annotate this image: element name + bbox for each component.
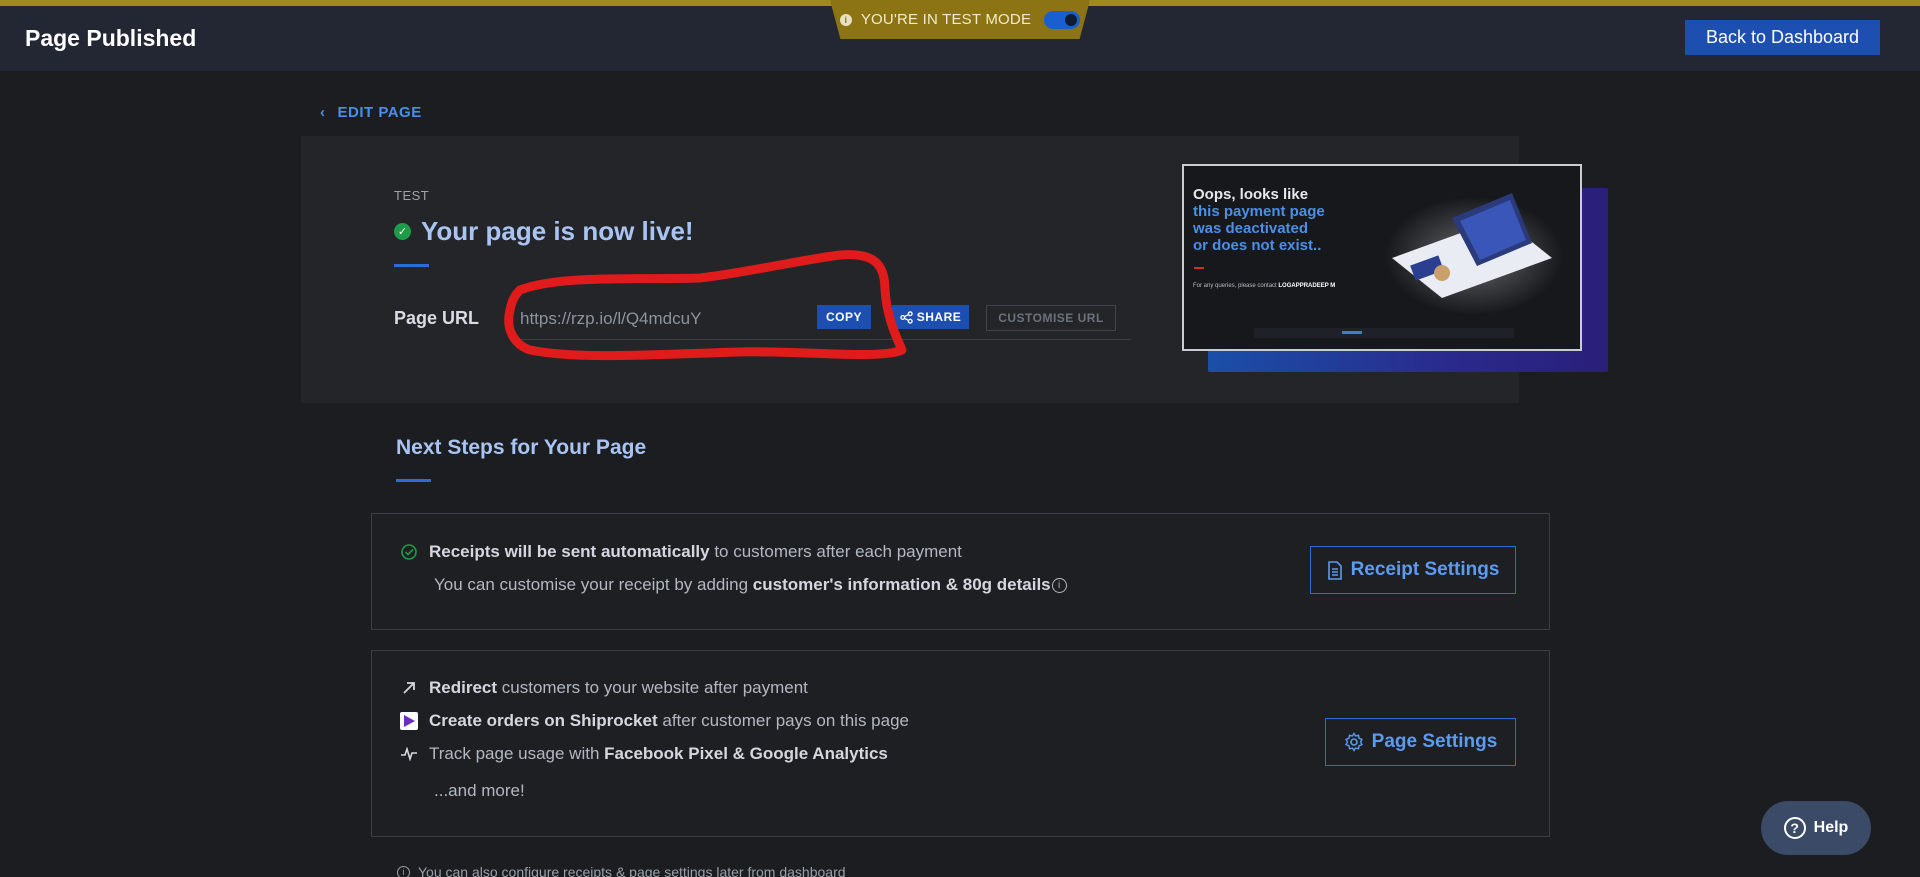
preview-message: Oops, looks like this payment page was d… <box>1193 186 1325 254</box>
shiprocket-line: Create orders on Shiprocket after custom… <box>399 711 909 731</box>
preview-footer <box>1254 328 1514 338</box>
redirect-line: Redirect customers to your website after… <box>399 678 808 698</box>
edit-page-label: EDIT PAGE <box>337 104 422 121</box>
receipt-line-2: You can customise your receipt by adding… <box>434 575 1067 595</box>
page-settings-button[interactable]: Page Settings <box>1325 718 1516 766</box>
page-tag: TEST <box>394 188 430 203</box>
edit-page-link[interactable]: ‹ EDIT PAGE <box>320 104 422 121</box>
headline-underline <box>394 264 429 267</box>
live-headline: ✓ Your page is now live! <box>394 216 694 247</box>
receipt-card: Receipts will be sent automatically to c… <box>371 513 1550 630</box>
laptop-icon <box>1392 193 1552 298</box>
next-steps-underline <box>396 479 431 482</box>
customise-url-button[interactable]: CUSTOMISE URL <box>986 305 1116 331</box>
document-icon <box>1327 560 1342 580</box>
help-button[interactable]: ? Help <box>1761 801 1871 855</box>
chevron-left-icon: ‹ <box>320 104 326 121</box>
receipt-settings-button[interactable]: Receipt Settings <box>1310 546 1516 594</box>
gear-icon <box>1344 732 1363 752</box>
back-to-dashboard-button[interactable]: Back to Dashboard <box>1685 20 1880 55</box>
page-settings-card: Redirect customers to your website after… <box>371 650 1550 837</box>
share-label: SHARE <box>916 310 962 324</box>
preview-divider <box>1194 267 1204 269</box>
question-icon: ? <box>1783 817 1806 839</box>
page-title: Page Published <box>25 25 197 51</box>
check-circle-outline-icon <box>399 542 419 562</box>
receipt-line-1: Receipts will be sent automatically to c… <box>399 542 962 562</box>
next-steps-title: Next Steps for Your Page <box>396 436 647 459</box>
test-mode-banner: i YOU'RE IN TEST MODE <box>830 0 1090 39</box>
page-url-label: Page URL <box>394 308 480 328</box>
info-circle-icon[interactable]: i <box>1051 577 1067 593</box>
more-line: ...and more! <box>434 781 525 800</box>
arrow-up-right-icon <box>399 678 419 698</box>
info-circle-icon: i <box>397 865 410 877</box>
info-icon: i <box>839 13 852 26</box>
footnote: i You can also configure receipts & page… <box>397 864 846 877</box>
page-preview-thumbnail[interactable]: Oops, looks like this payment page was d… <box>1182 164 1582 351</box>
preview-contact: For any queries, please contact LOGAPPRA… <box>1193 283 1336 289</box>
test-mode-toggle[interactable] <box>1044 10 1081 29</box>
red-annotation-scribble <box>504 250 907 361</box>
test-mode-label: YOU'RE IN TEST MODE <box>860 11 1032 28</box>
activity-icon <box>399 744 419 764</box>
check-circle-icon: ✓ <box>394 223 411 240</box>
tracking-line: Track page usage with Facebook Pixel & G… <box>399 744 888 764</box>
shiprocket-icon <box>399 711 419 731</box>
live-headline-text: Your page is now live! <box>421 216 694 246</box>
